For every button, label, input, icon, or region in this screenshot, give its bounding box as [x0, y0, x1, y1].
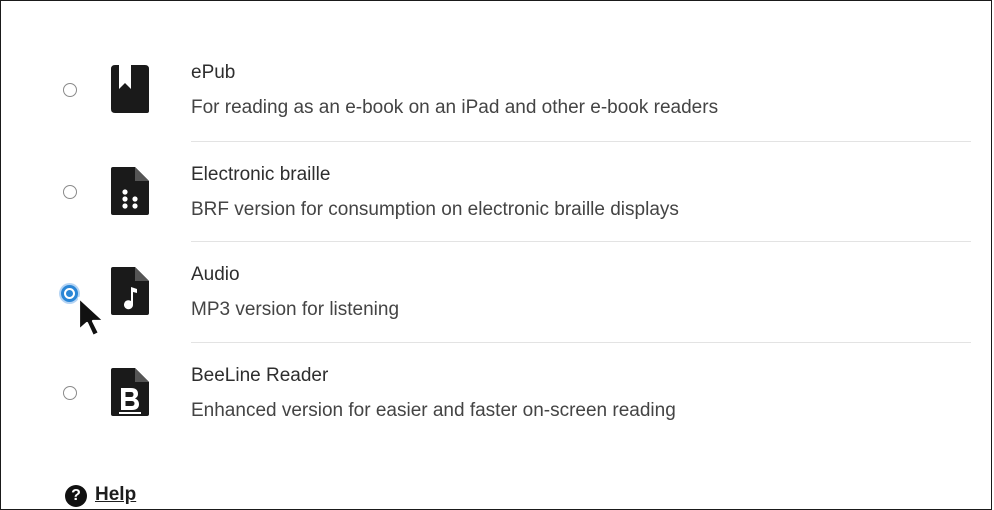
- beeline-radio[interactable]: [63, 386, 77, 400]
- braille-file-icon: [111, 167, 149, 215]
- epub-title: ePub: [191, 62, 236, 83]
- braille-radio[interactable]: [63, 185, 77, 199]
- format-selection-panel: ePub For reading as an e-book on an iPad…: [0, 0, 992, 510]
- beeline-description: Enhanced version for easier and faster o…: [191, 400, 676, 421]
- format-option-braille[interactable]: Electronic braille BRF version for consu…: [57, 141, 973, 241]
- epub-description: For reading as an e-book on an iPad and …: [191, 97, 719, 118]
- help-link[interactable]: Help: [95, 484, 136, 506]
- bookmark-book-icon: [111, 65, 149, 113]
- audio-file-icon: [111, 267, 149, 315]
- braille-title: Electronic braille: [191, 164, 331, 185]
- audio-title: Audio: [191, 264, 240, 285]
- mouse-pointer-icon: [77, 296, 106, 338]
- format-option-audio[interactable]: Audio MP3 version for listening: [57, 241, 973, 341]
- beeline-title: BeeLine Reader: [191, 365, 329, 386]
- braille-description: BRF version for consumption on electroni…: [191, 199, 679, 220]
- format-option-beeline[interactable]: BeeLine Reader Enhanced version for easi…: [57, 342, 973, 442]
- format-option-epub[interactable]: ePub For reading as an e-book on an iPad…: [57, 39, 973, 139]
- epub-radio[interactable]: [63, 83, 77, 97]
- beeline-file-icon: [111, 368, 149, 416]
- audio-description: MP3 version for listening: [191, 299, 400, 320]
